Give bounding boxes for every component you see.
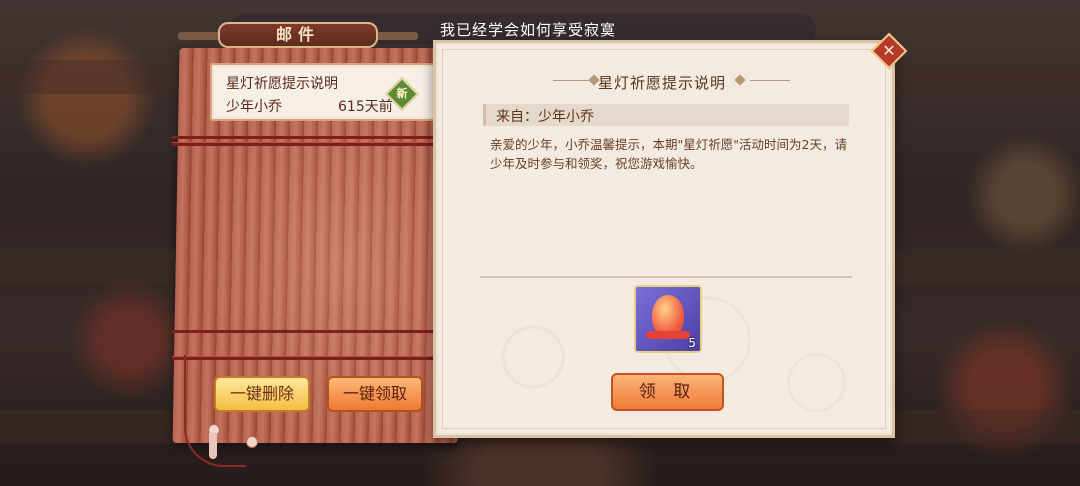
reward-count: 5	[688, 336, 696, 350]
claim-all-button[interactable]: 一键领取	[327, 376, 423, 412]
title-ornament-right	[750, 80, 790, 81]
new-badge-label: 新	[396, 87, 408, 100]
claim-button[interactable]: 领 取	[611, 373, 724, 411]
star-lantern-icon	[652, 295, 684, 335]
mail-detail-title: 星灯祈愿提示说明	[598, 74, 727, 92]
mail-time: 615天前	[338, 99, 393, 115]
mailbox-title-tag: 邮件	[178, 22, 418, 48]
title-plate: 邮件	[218, 22, 378, 48]
tassel-bead	[246, 436, 258, 448]
binding-string	[172, 136, 467, 139]
sender-bar: 来自：少年小乔	[483, 104, 849, 126]
delete-all-button[interactable]: 一键删除	[214, 376, 310, 412]
mail-subject: 星灯祈愿提示说明	[226, 76, 338, 92]
mail-sender: 少年小乔	[226, 99, 282, 115]
mail-body-text: 亲爱的少年，小乔温馨提示，本期"星灯祈愿"活动时间为2天，请少年及时参与和领奖，…	[490, 137, 847, 171]
divider	[480, 276, 852, 278]
notice-text: 我已经学会如何享受寂寞	[440, 21, 617, 39]
binding-string	[172, 330, 467, 333]
sender-text: 来自：少年小乔	[496, 109, 594, 125]
tassel	[209, 433, 217, 459]
binding-string	[172, 142, 467, 146]
mail-list-item[interactable]: 星灯祈愿提示说明 少年小乔 615天前 新	[210, 63, 442, 121]
mailbox-title: 邮件	[275, 25, 320, 44]
title-ornament-left	[553, 80, 593, 81]
close-icon: ✕	[882, 41, 896, 60]
lantern-ribbon	[646, 331, 690, 339]
reward-item[interactable]: 5	[634, 285, 702, 353]
